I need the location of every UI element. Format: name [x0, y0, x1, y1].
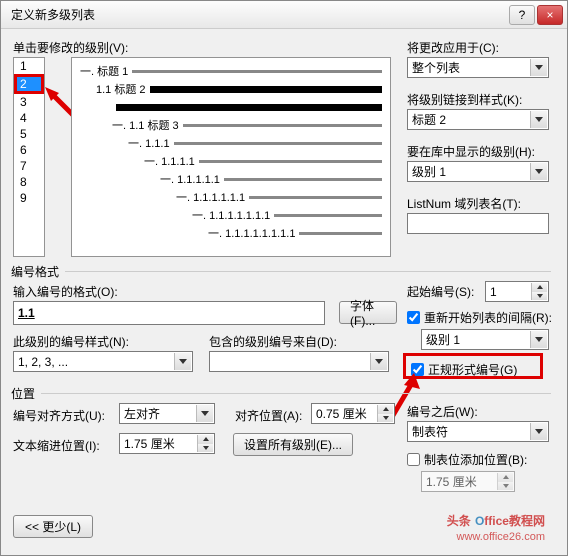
- content-area: 单击要修改的级别(V): 123456789 一. 标题 11.1 标题 2一.…: [11, 35, 557, 547]
- titlebar: 定义新多级列表 ? ×: [1, 1, 567, 29]
- level-item-5[interactable]: 5: [14, 126, 44, 142]
- include-from-label: 包含的级别编号来自(D):: [209, 333, 337, 350]
- help-button[interactable]: ?: [509, 5, 535, 25]
- watermark: 头条 Office教程网: [447, 512, 545, 529]
- restart-dropdown[interactable]: 级别 1: [421, 329, 549, 350]
- apply-to-label: 将更改应用于(C):: [407, 39, 499, 56]
- level-item-7[interactable]: 7: [14, 158, 44, 174]
- listnum-input[interactable]: [407, 213, 549, 234]
- group-position-label: 位置: [11, 385, 41, 402]
- level-item-6[interactable]: 6: [14, 142, 44, 158]
- include-from-dropdown[interactable]: [209, 351, 389, 372]
- less-button[interactable]: << 更少(L): [13, 515, 93, 538]
- num-format-label: 输入编号的格式(O):: [13, 283, 118, 300]
- follow-dropdown[interactable]: 制表符: [407, 421, 549, 442]
- level-click-label: 单击要修改的级别(V):: [13, 39, 128, 56]
- gallery-level-label: 要在库中显示的级别(H):: [407, 143, 535, 160]
- level-item-8[interactable]: 8: [14, 174, 44, 190]
- apply-to-dropdown[interactable]: 整个列表: [407, 57, 549, 78]
- indent-spinner[interactable]: 1.75 厘米: [119, 433, 215, 454]
- level-item-3[interactable]: 3: [14, 94, 44, 110]
- link-style-dropdown[interactable]: 标题 2: [407, 109, 549, 130]
- link-style-label: 将级别链接到样式(K):: [407, 91, 522, 108]
- restart-checkbox[interactable]: 重新开始列表的间隔(R):: [407, 309, 552, 326]
- tab-add-checkbox[interactable]: 制表位添加位置(B):: [407, 451, 527, 468]
- font-button[interactable]: 字体(F)...: [339, 301, 397, 324]
- level-item-9[interactable]: 9: [14, 190, 44, 206]
- listnum-label: ListNum 域列表名(T):: [407, 195, 521, 212]
- align-at-label: 对齐位置(A):: [235, 407, 302, 424]
- start-at-spinner[interactable]: 1: [485, 281, 549, 302]
- set-all-levels-button[interactable]: 设置所有级别(E)...: [233, 433, 353, 456]
- close-button[interactable]: ×: [537, 5, 563, 25]
- align-dropdown[interactable]: 左对齐: [119, 403, 215, 424]
- align-at-spinner[interactable]: 0.75 厘米: [311, 403, 395, 424]
- num-format-input[interactable]: [13, 301, 325, 325]
- indent-label: 文本缩进位置(I):: [13, 437, 100, 454]
- align-label: 编号对齐方式(U):: [13, 407, 105, 424]
- follow-label: 编号之后(W):: [407, 403, 478, 420]
- red-highlight-legal: [403, 353, 543, 379]
- level-item-4[interactable]: 4: [14, 110, 44, 126]
- num-style-label: 此级别的编号样式(N):: [13, 333, 129, 350]
- dialog: 定义新多级列表 ? × 单击要修改的级别(V): 123456789 一. 标题…: [0, 0, 568, 556]
- num-style-dropdown[interactable]: 1, 2, 3, ...: [13, 351, 193, 372]
- tab-add-spinner[interactable]: 1.75 厘米: [421, 471, 515, 492]
- dialog-title: 定义新多级列表: [5, 6, 507, 23]
- watermark-url: www.office26.com: [457, 531, 545, 543]
- level-item-2[interactable]: 2: [14, 74, 44, 94]
- gallery-level-dropdown[interactable]: 级别 1: [407, 161, 549, 182]
- level-item-1[interactable]: 1: [14, 58, 44, 74]
- group-format-label: 编号格式: [11, 263, 65, 280]
- start-at-label: 起始编号(S):: [407, 283, 474, 300]
- preview-pane: 一. 标题 11.1 标题 2一. 1.1 标题 3一. 1.1.1一. 1.1…: [71, 57, 391, 257]
